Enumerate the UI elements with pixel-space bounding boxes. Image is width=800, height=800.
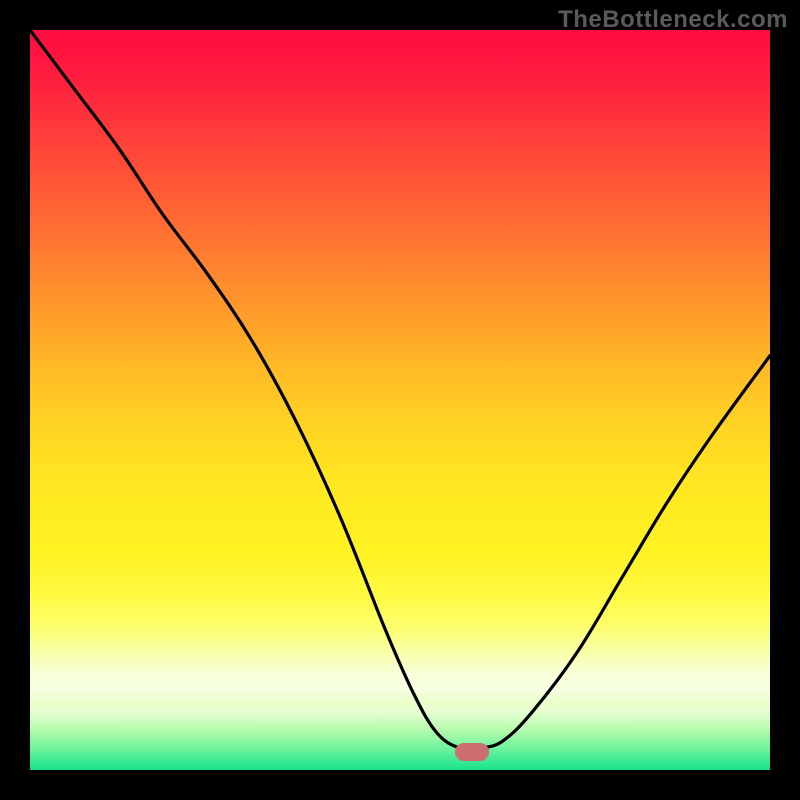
- watermark-text: TheBottleneck.com: [558, 6, 788, 34]
- optimal-point-marker: [455, 743, 489, 761]
- bottleneck-curve: [30, 30, 770, 770]
- plot-area: [30, 30, 770, 770]
- chart-frame: TheBottleneck.com: [0, 0, 800, 800]
